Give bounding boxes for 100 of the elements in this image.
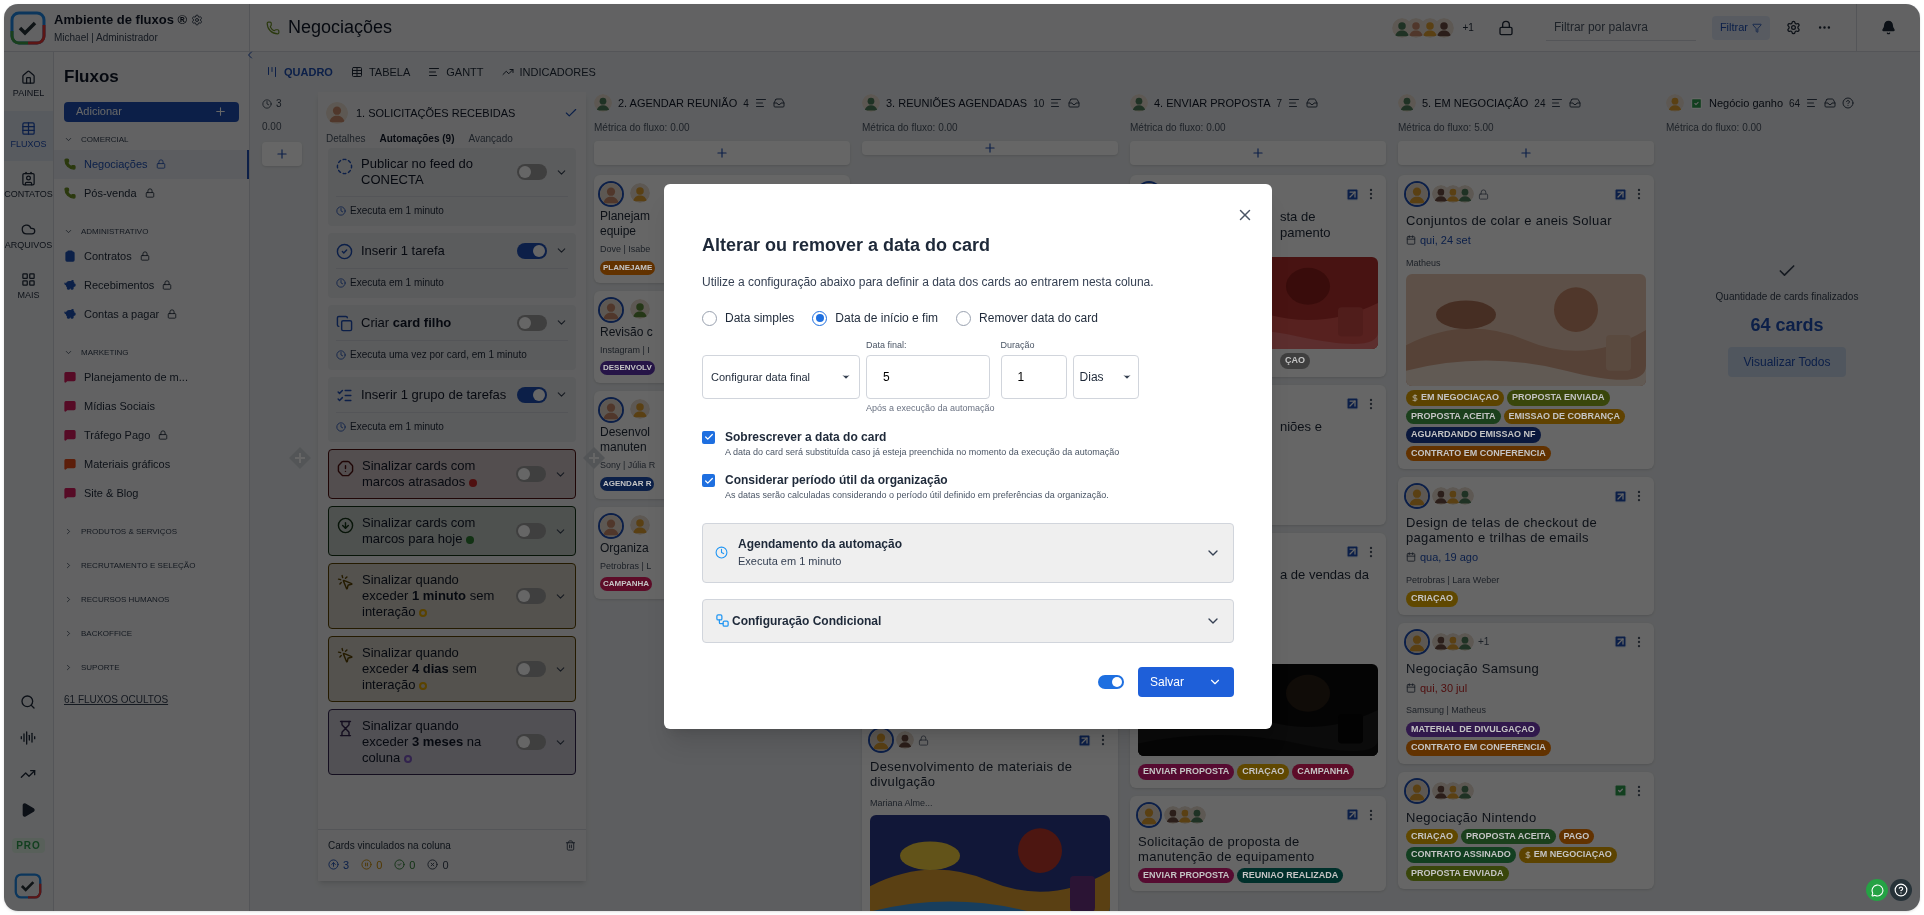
count-value: 0	[409, 857, 416, 873]
tag: ENVIAR PROPOSTA	[1138, 867, 1235, 883]
card-title: equipe	[600, 224, 637, 239]
schedule-text: Executa em 1 minuto	[350, 204, 444, 218]
tag: REUNIAO REALIZADA	[1237, 867, 1344, 883]
card-meta: Matheus	[1406, 256, 1442, 270]
pro-badge: PRO	[12, 838, 45, 853]
card-title: manuten	[600, 440, 647, 455]
card-title: niões e	[1280, 418, 1322, 435]
section-title: Agendamento da automação	[738, 536, 904, 554]
card-title: Revisão c	[600, 324, 653, 340]
member-count: +1	[1478, 635, 1490, 649]
column-title: 2. AGENDAR REUNIÃO	[618, 95, 738, 111]
section-subtitle: Executa em 1 minuto	[738, 554, 843, 570]
card-title: Desenvol	[600, 425, 651, 440]
automation-title: Sinalizar cards com marcos atrasados	[362, 458, 476, 489]
radio-label: Data de início e fim	[835, 310, 939, 327]
automation-title: Inserir 1 tarefa	[361, 242, 445, 258]
card-date: qui, 24 set	[1420, 233, 1471, 248]
automation-title: Sinalizar quando exceder 4 dias sem interação	[362, 645, 477, 692]
summary-label: Quantidade de cards finalizados	[1715, 290, 1859, 304]
option-title: Considerar período útil da organização	[725, 472, 949, 489]
card-meta: Dove | Isabe	[600, 243, 651, 256]
automation-title: Criar card filho	[361, 314, 452, 330]
schedule-text: Executa em 1 minuto	[350, 420, 444, 434]
card-title: Design de telas de checkout de pagamento e trilhas de emails	[1406, 515, 1599, 545]
tag: CONTRATO ASSINADO	[1406, 847, 1516, 863]
tag: PROPOSTA ENVIADA	[1507, 390, 1610, 406]
column-title: Negócio ganho	[1709, 95, 1783, 111]
tag: PAGO	[1558, 828, 1595, 844]
column-count: 3	[276, 97, 282, 111]
count-value: 0	[442, 857, 449, 873]
field-label: Data final:	[866, 339, 908, 352]
card-meta: Instagram | I	[600, 343, 650, 357]
card-title: Conjuntos de colar e aneis Soluar	[1406, 213, 1613, 228]
tag: MATERIAL DE DIVULGAÇAO	[1406, 721, 1540, 737]
card-meta: Samsung | Matheus	[1406, 704, 1487, 717]
radio-label: Data simples	[725, 310, 795, 327]
tag: AGUARDANDO EMISSAO NF	[1406, 427, 1541, 443]
automation-title: Sinalizar quando exceder 3 meses na coluna	[362, 718, 482, 765]
column-count: 7	[1276, 96, 1283, 111]
sidebar-title: Fluxos	[64, 66, 120, 88]
count-value: 3	[343, 857, 350, 873]
tag: ÇAO	[1280, 353, 1310, 369]
modal-description: Utilize a configuração abaixo para definir a data dos cards ao entrarem nesta coluna.	[702, 274, 1155, 291]
card-meta: Mariana Alme...	[870, 797, 934, 810]
tag: PROPOSTA ENVIADA	[1406, 865, 1509, 881]
tag: CONTRATO EM CONFERENCIA	[1406, 445, 1551, 461]
tag: CRIAÇAO	[1406, 591, 1458, 607]
card-meta: Petrobras | L	[600, 559, 652, 573]
automation-title: Sinalizar cards com marcos para hoje	[362, 515, 476, 546]
tag: AGENDAR R	[600, 476, 655, 491]
field-label: Duração	[1000, 339, 1036, 352]
tag: CAMPANHA	[600, 577, 653, 591]
tag: DESENVOLV	[600, 361, 655, 375]
flow-metric: Métrica do fluxo: 5.00	[1398, 121, 1495, 135]
option-description: As datas serão calculadas considerando o período útil definido em preferências da organização.	[725, 489, 1109, 502]
column-count: 4	[743, 96, 749, 111]
column-count: 64	[1789, 96, 1801, 111]
automation-title: Inserir 1 grupo de tarefas	[361, 386, 507, 402]
card-date: qui, 30 jul	[1420, 680, 1468, 696]
page-title: Negociações	[288, 16, 393, 39]
field-hint: Após a execução da automação	[866, 402, 995, 415]
tag: EMISSAO DE COBRANÇA	[1503, 408, 1626, 424]
tag: PLANEJAME	[600, 260, 656, 275]
tag: PROPOSTA ACEITA	[1406, 408, 1501, 424]
card-title: Desenvolvimento de materiais de divulgação	[870, 759, 1074, 789]
user-role: Michael | Administrador	[54, 30, 159, 45]
radio-label: Remover data do card	[979, 310, 1098, 327]
modal-title: Alterar ou remover a data do card	[702, 234, 992, 257]
tag: EM NEGOCIAÇAO	[1518, 847, 1617, 863]
tag: CRIAÇAO	[1406, 828, 1458, 844]
footer-label: Cards vinculados na coluna	[328, 838, 452, 853]
card-title: a de vendas da	[1280, 566, 1369, 583]
count-value: 0	[376, 857, 383, 873]
card-title: pamento	[1280, 225, 1331, 241]
member-count: +1	[1462, 21, 1474, 35]
card-date: qua, 19 ago	[1420, 550, 1479, 565]
card-title: sta de	[1280, 209, 1316, 225]
column-title: 1. SOLICITAÇÕES RECEBIDAS	[356, 105, 517, 121]
column-count: 24	[1534, 96, 1546, 111]
schedule-text: Executa em 1 minuto	[350, 276, 444, 290]
tag: CAMPANHA	[1292, 764, 1355, 780]
tag: CRIAÇAO	[1237, 764, 1290, 780]
column-count: 10	[1033, 96, 1045, 111]
summary-value: 64 cards	[1750, 314, 1824, 337]
automation-title: Sinalizar quando exceder 1 minuto sem interação	[362, 572, 495, 619]
card-title: Organiza	[600, 540, 649, 556]
tag: EM NEGOCIAÇAO	[1406, 390, 1504, 406]
tag: ENVIAR PROPOSTA	[1138, 764, 1235, 780]
column-title: 4. ENVIAR PROPOSTA	[1154, 95, 1271, 111]
card-title: Planejam	[600, 209, 651, 224]
card-title: Solicitação de proposta de manutenção de equipamento	[1138, 833, 1316, 864]
section-title: Configuração Condicional	[732, 612, 883, 630]
card-meta: Petrobras | Lara Weber	[1406, 573, 1501, 587]
tag: PROPOSTA ACEITA	[1461, 828, 1556, 844]
automation-title: Publicar no feed do CONECTA	[361, 156, 474, 187]
schedule-text: Executa uma vez por card, em 1 minuto	[350, 348, 527, 362]
option-title: Sobrescrever a data do card	[725, 428, 888, 446]
card-title: Negociação Samsung	[1406, 660, 1541, 676]
